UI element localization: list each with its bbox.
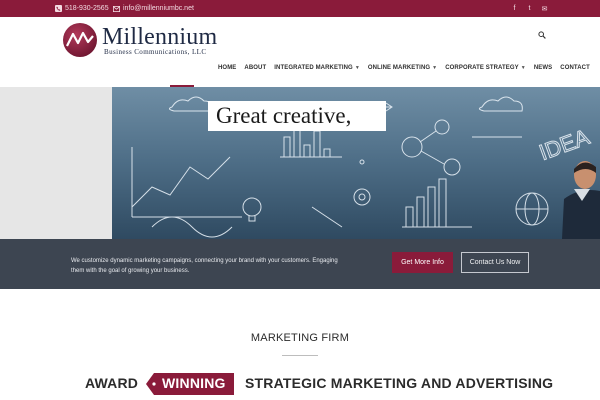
nav-integrated-marketing[interactable]: INTEGRATED MARKETING ▼ (274, 65, 360, 71)
tagline-winning: WINNING (162, 375, 226, 391)
nav-label: NEWS (533, 65, 553, 71)
top-bar: 518-930-2565 info@millenniumbc.net f t ✉ (0, 0, 600, 17)
brand-subtitle: Business Communications, LLC (104, 48, 207, 56)
logo-icon[interactable] (62, 22, 98, 58)
businessman-figure (562, 161, 600, 239)
get-more-info-button[interactable]: Get More Info (392, 252, 453, 273)
mail-icon[interactable]: ✉ (541, 5, 548, 13)
envelope-icon (113, 5, 120, 12)
search-icon[interactable] (538, 31, 546, 39)
main-nav: HOME ABOUT INTEGRATED MARKETING ▼ ONLINE … (218, 65, 590, 71)
nav-label: ABOUT (244, 65, 267, 71)
chevron-down-icon: ▼ (432, 65, 438, 71)
band-description: We customize dynamic marketing campaigns… (71, 258, 338, 274)
nav-label: HOME (218, 65, 237, 71)
nav-label: INTEGRATED MARKETING (274, 65, 353, 71)
nav-home[interactable]: HOME (218, 65, 236, 71)
facebook-icon[interactable]: f (511, 5, 518, 12)
chevron-down-icon: ▼ (354, 65, 360, 71)
nav-about[interactable]: ABOUT (244, 65, 266, 71)
nav-corporate-strategy[interactable]: CORPORATE STRATEGY ▼ (445, 65, 526, 71)
nav-label: CORPORATE STRATEGY (445, 65, 519, 71)
section-title: MARKETING FIRM (250, 332, 350, 344)
email-address: info@millenniumbc.net (123, 5, 194, 12)
svg-text:IDEA: IDEA (536, 124, 593, 165)
chevron-down-icon: ▼ (520, 65, 526, 71)
social-links: f t ✉ (511, 0, 548, 17)
site-header: Millennium Business Communications, LLC … (0, 17, 600, 87)
email-contact[interactable]: info@millenniumbc.net (113, 0, 194, 17)
nav-contact[interactable]: CONTACT (560, 65, 590, 71)
phone-contact[interactable]: 518-930-2565 (55, 0, 109, 17)
nav-label: ONLINE MARKETING (367, 65, 431, 71)
phone-number: 518-930-2565 (65, 5, 109, 12)
contact-us-button[interactable]: Contact Us Now (461, 252, 529, 273)
nav-online-marketing[interactable]: ONLINE MARKETING ▼ (368, 65, 437, 71)
phone-icon (55, 5, 62, 12)
tagline-strategic: STRATEGIC MARKETING AND ADVERTISING (245, 375, 554, 391)
tagline-award: AWARD (85, 375, 139, 391)
nav-label: CONTACT (560, 65, 590, 71)
hero-headline: Great creative, (208, 101, 386, 131)
brand-name[interactable]: Millennium (102, 24, 217, 51)
section-divider (282, 355, 318, 356)
twitter-icon[interactable]: t (526, 5, 533, 12)
hero-side-panel (0, 87, 112, 239)
nav-news[interactable]: NEWS (534, 65, 552, 71)
